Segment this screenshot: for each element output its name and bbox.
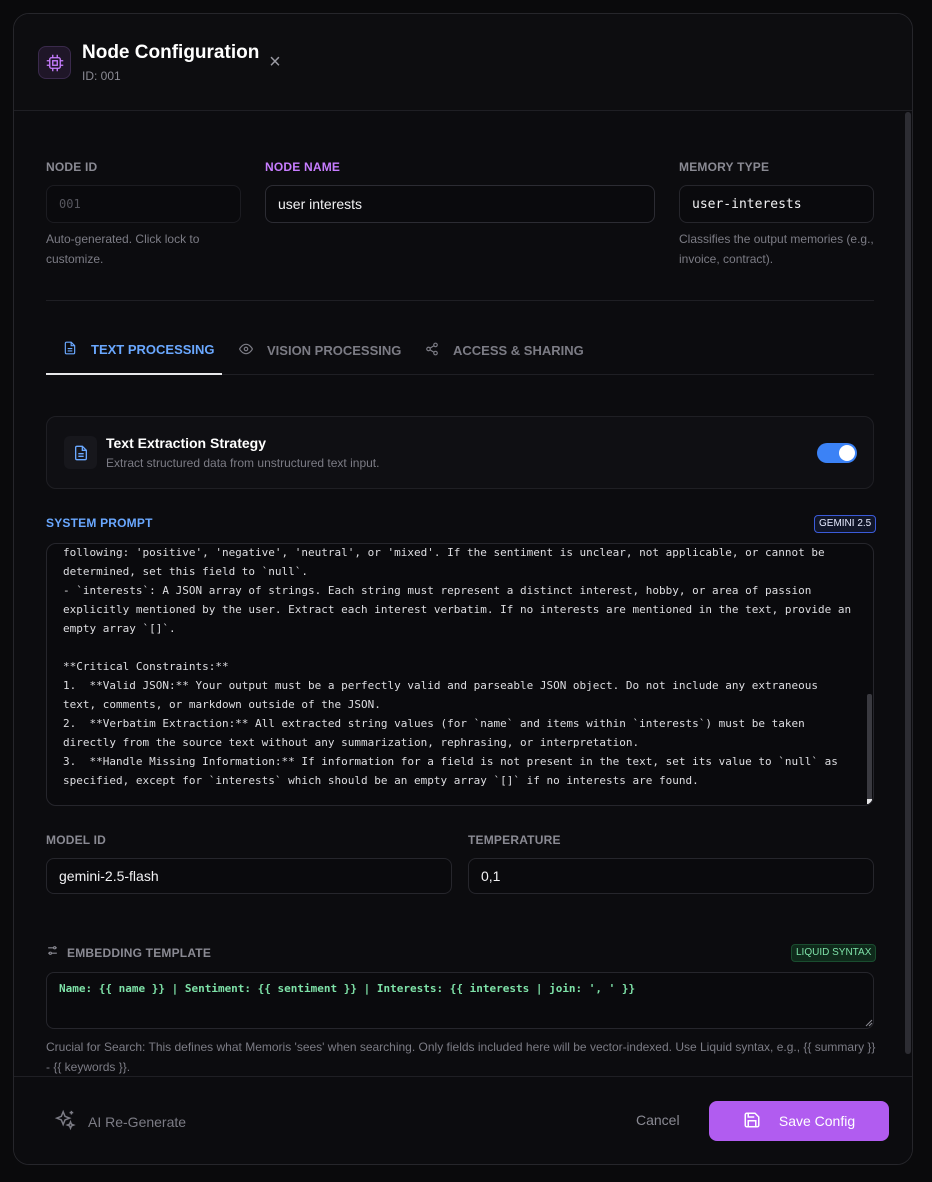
document-icon — [64, 436, 97, 469]
temperature-label: TEMPERATURE — [468, 833, 561, 847]
dialog-subtitle: ID: 001 — [82, 69, 121, 83]
memory-type-help: Classifies the output memories (e.g., in… — [679, 232, 874, 266]
model-id-input[interactable]: gemini-2.5-flash — [46, 858, 452, 894]
dialog-title: Node Configuration — [82, 42, 260, 63]
processing-tabs: TEXT PROCESSING VISION PROCESSING ACCESS… — [46, 325, 874, 375]
tab-text-processing[interactable]: TEXT PROCESSING — [46, 325, 222, 375]
model-id-label: MODEL ID — [46, 833, 107, 847]
ai-regenerate-label: AI Re-Generate — [88, 1113, 187, 1130]
save-config-button[interactable]: Save Config — [709, 1101, 889, 1141]
memory-type-input[interactable]: user-interests — [679, 185, 874, 223]
memory-type-label: MEMORY TYPE — [679, 160, 770, 174]
close-icon[interactable]: × — [264, 52, 286, 74]
embedding-template-label: EMBEDDING TEMPLATE — [67, 946, 212, 960]
eye-icon — [238, 342, 254, 359]
tab-access-sharing-label: ACCESS & SHARING — [453, 342, 584, 358]
cancel-button[interactable]: Cancel — [636, 1112, 680, 1128]
save-icon — [743, 1111, 761, 1132]
strategy-description: Extract structured data from unstructure… — [106, 456, 380, 470]
tab-vision-processing[interactable]: VISION PROCESSING — [222, 325, 401, 375]
section-divider — [46, 300, 874, 301]
share-icon — [425, 342, 439, 359]
toggle-knob — [839, 445, 855, 461]
system-prompt-text: following: 'positive', 'negative', 'neut… — [63, 546, 852, 787]
strategy-toggle[interactable] — [817, 443, 857, 463]
node-name-input[interactable]: user interests — [265, 185, 655, 223]
ai-regenerate-button[interactable]: AI Re-Generate — [54, 1109, 186, 1134]
dialog-header: Node Configuration ID: 001 × — [14, 14, 912, 111]
strategy-title: Text Extraction Strategy — [106, 435, 267, 451]
node-id-help: Auto-generated. Click lock to customize. — [46, 232, 200, 266]
system-prompt-label: SYSTEM PROMPT — [46, 516, 153, 530]
resize-handle[interactable] — [867, 799, 872, 804]
dialog-footer: AI Re-Generate Cancel Save Config — [14, 1076, 912, 1164]
tab-access-sharing[interactable]: ACCESS & SHARING — [408, 325, 584, 375]
embedding-template-heading: EMBEDDING TEMPLATE — [46, 944, 211, 962]
sliders-icon — [46, 944, 59, 962]
dialog-body: NODE ID 001 Auto-generated. Click lock t… — [14, 112, 912, 1075]
node-id-input[interactable]: 001 — [46, 185, 241, 223]
gemini-badge: GEMINI 2.5 — [814, 515, 877, 533]
text-extraction-strategy-card: Text Extraction Strategy Extract structu… — [46, 416, 874, 489]
cpu-chip-icon — [38, 46, 71, 79]
dialog-scrollbar-thumb[interactable] — [905, 112, 911, 1054]
save-config-label: Save Config — [778, 1113, 856, 1129]
temperature-input[interactable]: 0,1 — [468, 858, 874, 894]
prompt-scrollbar[interactable] — [867, 694, 872, 802]
resize-grip-icon[interactable] — [865, 1019, 873, 1027]
embedding-template-textarea[interactable]: Name: {{ name }} | Sentiment: {{ sentime… — [46, 972, 874, 1029]
node-id-label: NODE ID — [46, 160, 98, 174]
liquid-syntax-badge: LIQUID SYNTAX — [791, 944, 877, 962]
node-name-label: NODE NAME — [265, 160, 341, 174]
document-icon — [63, 341, 77, 358]
embedding-help: Crucial for Search: This defines what Me… — [46, 1040, 876, 1074]
node-configuration-dialog: Node Configuration ID: 001 × NODE ID 001… — [13, 13, 913, 1165]
embedding-template-text: Name: {{ name }} | Sentiment: {{ sentime… — [59, 982, 636, 995]
tab-text-processing-label: TEXT PROCESSING — [91, 341, 215, 357]
system-prompt-textarea[interactable]: following: 'positive', 'negative', 'neut… — [46, 543, 874, 806]
sparkles-icon — [54, 1109, 76, 1134]
tab-vision-processing-label: VISION PROCESSING — [267, 342, 402, 358]
